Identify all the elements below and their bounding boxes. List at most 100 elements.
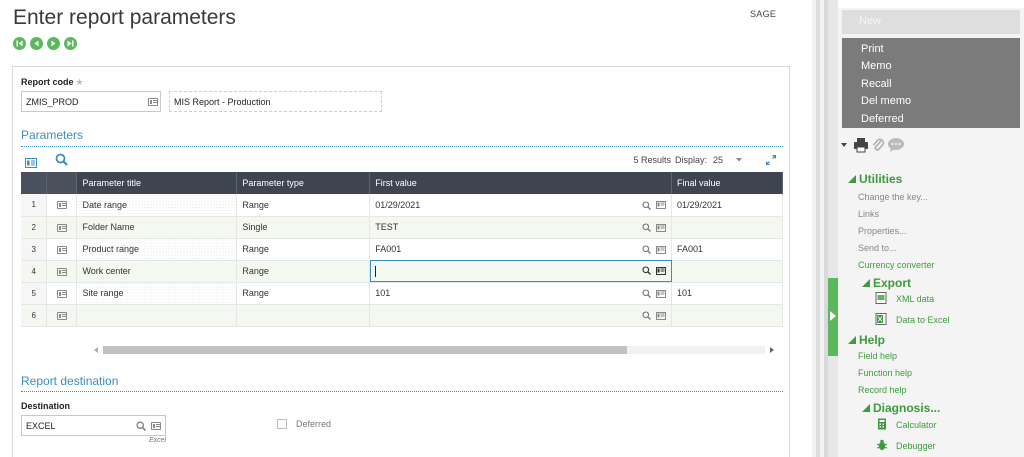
scroll-right-icon[interactable]	[769, 347, 775, 353]
row-card-cell[interactable]	[46, 282, 78, 305]
first-value-cell[interactable]: 101	[369, 282, 673, 305]
last-icon[interactable]	[64, 37, 77, 50]
row-card-icon[interactable]	[57, 289, 68, 298]
final-value-cell[interactable]: 01/29/2021	[671, 194, 783, 217]
first-value-text: TEST	[375, 222, 399, 232]
scroll-left-icon[interactable]	[93, 347, 99, 353]
table-row[interactable]: 5 Site range Range 101 101	[21, 282, 783, 305]
export-xml-data[interactable]: XML data	[896, 294, 934, 304]
scroll-thumb[interactable]	[103, 346, 627, 354]
deferred-action[interactable]: Deferred	[861, 111, 1001, 128]
selection-icon[interactable]	[656, 245, 667, 254]
search-icon[interactable]	[642, 266, 651, 276]
diagnosis-calculator[interactable]: Calculator	[896, 420, 937, 430]
new-button[interactable]: New	[842, 10, 1020, 34]
export-data-to-excel[interactable]: Data to Excel	[896, 315, 950, 325]
paperclip-icon[interactable]	[871, 137, 885, 153]
row-card-icon[interactable]	[57, 201, 68, 209]
table-row[interactable]: 4 Work center Range	[21, 260, 783, 283]
column-header-title[interactable]: Parameter title	[76, 172, 238, 194]
help-function[interactable]: Function help	[858, 368, 912, 378]
column-header-type[interactable]: Parameter type	[236, 172, 371, 194]
destination-field[interactable]: EXCEL	[21, 415, 166, 436]
parameters-grid: Parameter title Parameter type First val…	[21, 172, 783, 327]
selection-icon[interactable]	[656, 223, 667, 232]
final-value-cell[interactable]	[671, 304, 783, 327]
search-icon[interactable]	[55, 153, 68, 166]
selection-icon[interactable]	[656, 201, 667, 210]
recall-action[interactable]: Recall	[861, 76, 1001, 93]
utility-properties[interactable]: Properties...	[858, 226, 907, 236]
comment-icon[interactable]	[887, 137, 905, 153]
search-icon[interactable]	[642, 245, 651, 254]
print-action[interactable]: Print	[861, 41, 1001, 58]
selection-icon[interactable]	[656, 266, 667, 275]
search-icon[interactable]	[642, 311, 651, 320]
first-value-cell[interactable]: FA001	[369, 238, 673, 261]
expand-icon[interactable]	[765, 153, 777, 171]
param-type-cell: Range	[236, 238, 371, 261]
row-card-icon[interactable]	[57, 311, 68, 320]
row-card-cell[interactable]	[46, 194, 78, 217]
export-section[interactable]: Export	[862, 276, 911, 290]
param-title-cell	[76, 304, 238, 327]
caret-down-icon[interactable]	[841, 143, 847, 147]
row-card-icon[interactable]	[57, 267, 68, 276]
help-section[interactable]: Help	[848, 333, 885, 347]
utility-links[interactable]: Links	[858, 209, 879, 219]
first-value-cell-active[interactable]	[369, 260, 673, 283]
final-value-cell[interactable]: FA001	[671, 238, 783, 261]
row-card-cell[interactable]	[46, 238, 78, 261]
row-card-icon[interactable]	[57, 223, 68, 232]
utility-send-to[interactable]: Send to...	[858, 243, 897, 253]
selection-icon[interactable]	[148, 98, 158, 106]
horizontal-scrollbar[interactable]	[93, 343, 775, 355]
printer-icon[interactable]	[853, 137, 869, 153]
first-value-cell[interactable]	[369, 304, 673, 327]
table-row[interactable]: 3 Product range Range FA001 FA001	[21, 238, 783, 261]
table-row[interactable]: 1 Date range Range 01/29/2021 01/29/2021	[21, 194, 783, 217]
search-icon[interactable]	[642, 223, 651, 232]
final-value-cell[interactable]	[671, 260, 783, 283]
vertical-scrollbar[interactable]	[812, 0, 824, 457]
first-value-cell[interactable]: 01/29/2021	[369, 194, 673, 217]
search-icon[interactable]	[642, 201, 651, 210]
row-card-cell[interactable]	[46, 304, 78, 327]
search-icon[interactable]	[136, 421, 146, 431]
card-view-icon[interactable]	[25, 155, 37, 168]
previous-icon[interactable]	[30, 37, 43, 50]
panel-collapse-handle[interactable]	[828, 278, 838, 356]
diagnosis-debugger[interactable]: Debugger	[896, 441, 936, 451]
display-select[interactable]: 25	[713, 155, 723, 165]
record-navigation	[13, 37, 77, 50]
column-header-first[interactable]: First value	[369, 172, 673, 194]
next-icon[interactable]	[47, 37, 60, 50]
first-icon[interactable]	[13, 37, 26, 50]
help-record[interactable]: Record help	[858, 385, 907, 395]
row-card-cell[interactable]	[46, 216, 78, 239]
memo-action[interactable]: Memo	[861, 58, 1001, 75]
chevron-down-icon[interactable]	[735, 155, 743, 165]
currency-converter-link[interactable]: Currency converter	[858, 260, 935, 270]
utility-change-key[interactable]: Change the key...	[858, 192, 928, 202]
diagnosis-section[interactable]: Diagnosis...	[862, 401, 940, 415]
utilities-section[interactable]: Utilities	[848, 172, 902, 186]
first-value-cell[interactable]: TEST	[369, 216, 673, 239]
search-icon[interactable]	[642, 289, 651, 298]
row-card-cell[interactable]	[46, 260, 78, 283]
column-header-final[interactable]: Final value	[671, 172, 783, 194]
help-title: Help	[859, 333, 886, 347]
selection-icon[interactable]	[656, 289, 667, 298]
scroll-thumb-vertical[interactable]	[816, 0, 820, 457]
final-value-cell[interactable]	[671, 216, 783, 239]
row-card-icon[interactable]	[57, 245, 68, 254]
table-row[interactable]: 6	[21, 304, 783, 327]
selection-icon[interactable]	[656, 311, 667, 320]
selection-icon[interactable]	[151, 422, 161, 430]
help-field[interactable]: Field help	[858, 351, 897, 361]
report-code-field[interactable]: ZMIS_PROD	[21, 91, 161, 112]
deferred-checkbox[interactable]	[277, 419, 287, 429]
table-row[interactable]: 2 Folder Name Single TEST	[21, 216, 783, 239]
final-value-cell[interactable]: 101	[671, 282, 783, 305]
del-memo-action[interactable]: Del memo	[861, 93, 1001, 110]
